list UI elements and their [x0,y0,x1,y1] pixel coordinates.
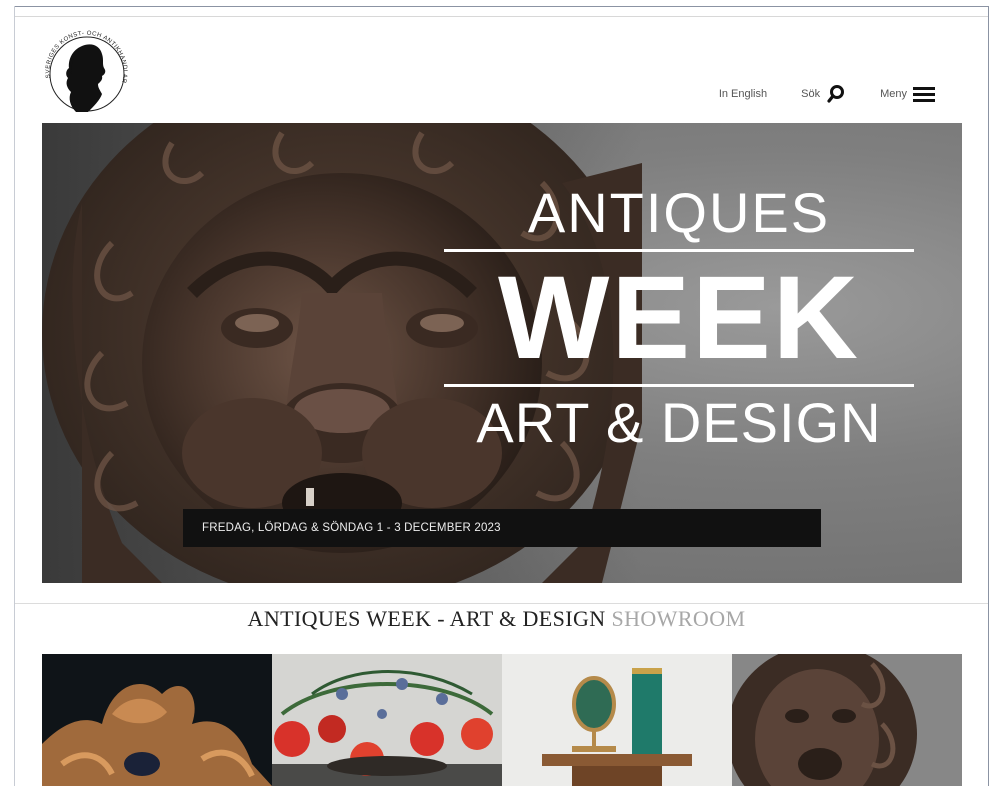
gallery-item-frame[interactable] [42,654,272,786]
window-right-border [988,6,989,786]
hero-divider-bottom [444,384,914,387]
section-title-main: ANTIQUES WEEK - ART & DESIGN [247,606,606,631]
logo-silhouette-icon: SVERIGES KONST- OCH ANTIKHANDLAREFÖRENIN… [35,23,127,112]
site-logo[interactable]: SVERIGES KONST- OCH ANTIKHANDLAREFÖRENIN… [35,23,136,116]
page-frame: SVERIGES KONST- OCH ANTIKHANDLAREFÖRENIN… [0,0,993,786]
gilded-frame-image [42,654,272,786]
hero-line-week: WEEK [498,252,860,384]
window-top-border [14,6,989,7]
window-left-border [14,6,15,786]
gallery-item-mirror[interactable] [502,654,732,786]
top-navigation: In English Sök Meny [719,84,935,104]
section-title-muted: SHOWROOM [611,606,746,631]
hero-line-art-design: ART & DESIGN [476,391,882,454]
tulip-bouquet-image [272,654,502,786]
lion-head-thumbnail-image [732,654,962,786]
hero-headline: ANTIQUES WEEK ART & DESIGN [444,183,914,453]
gallery-item-tulips[interactable] [272,654,502,786]
vanity-mirror-image [502,654,732,786]
hero-banner[interactable]: ANTIQUES WEEK ART & DESIGN FREDAG, LÖRDA… [42,123,962,583]
search-icon [827,85,845,103]
menu-button[interactable]: Meny [880,85,935,103]
search-button[interactable]: Sök [801,84,846,104]
hero-line-antiques: ANTIQUES [527,181,831,244]
search-label: Sök [801,88,821,100]
showroom-gallery [42,654,962,786]
language-link[interactable]: In English [719,88,767,100]
language-link-label: In English [718,88,768,100]
header-divider [14,16,989,17]
gallery-item-lion[interactable] [732,654,962,786]
section-divider [15,603,988,604]
hamburger-menu-icon [913,87,935,102]
hero-date-banner: FREDAG, LÖRDAG & SÖNDAG 1 - 3 DECEMBER 2… [183,509,821,547]
section-title: ANTIQUES WEEK - ART & DESIGN SHOWROOM [0,606,993,632]
menu-label: Meny [880,88,907,100]
